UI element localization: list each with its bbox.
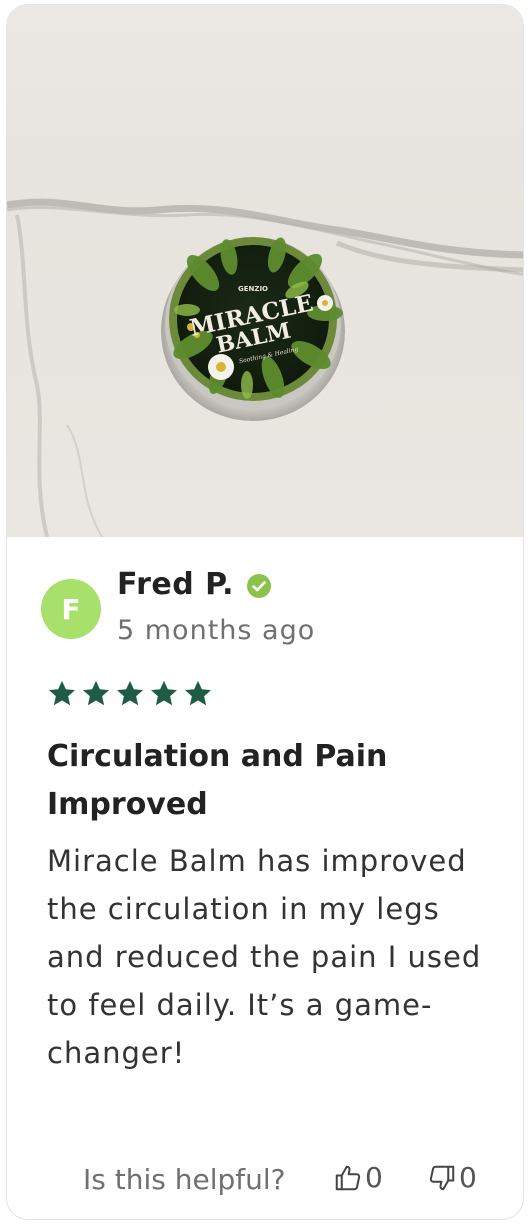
review-photo[interactable]: GENZIO MIRACLE BALM Soothing & Healing [7,5,523,537]
star-rating [47,679,213,715]
thumbs-down-icon [429,1165,455,1190]
star-icon [83,680,109,706]
star-icon [185,680,211,706]
review-time: 5 months ago [117,615,316,646]
check-badge-icon [247,574,271,598]
review-card: GENZIO MIRACLE BALM Soothing & Healing F… [6,4,524,1220]
reviewer-name: Fred P. [117,567,235,602]
helpful-footer: Is this helpful? 0 0 [7,1157,523,1207]
star-icon [49,680,75,706]
thumbs-up-icon [335,1165,361,1190]
thumbs-down-button[interactable]: 0 [427,1161,477,1194]
product-brand: GENZIO [238,285,268,293]
star-icon [151,680,177,706]
product-label: GENZIO MIRACLE BALM Soothing & Healing [187,285,315,365]
review-title: Circulation and Pain Improved [47,739,388,822]
thumbs-up-count: 0 [365,1161,383,1194]
star-icon [117,680,143,706]
reviewer-header: F Fred P. 5 months ago [41,567,481,657]
review-body: Miracle Balm has improved the circulatio… [47,844,482,1070]
thumbs-up-button[interactable]: 0 [333,1161,383,1194]
thumbs-down-count: 0 [459,1161,477,1194]
avatar: F [41,579,101,639]
helpful-label: Is this helpful? [83,1163,286,1196]
